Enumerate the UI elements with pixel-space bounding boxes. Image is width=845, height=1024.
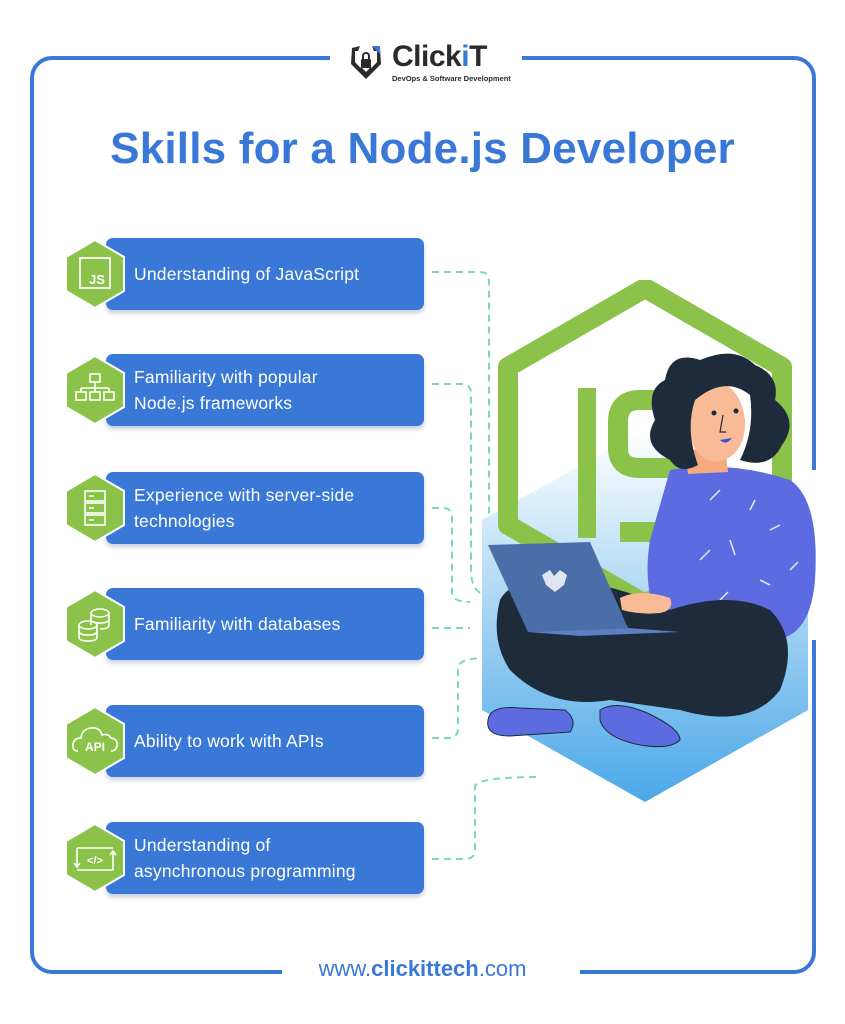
hand [620,593,672,614]
skill-card: Experience with server-side technologies [106,472,424,544]
code-sync-icon: </> [65,822,125,894]
svg-text:API: API [85,740,105,754]
svg-text:</>: </> [87,855,103,867]
skill-item-server-side: Experience with server-side technologies [64,470,426,546]
website-link[interactable]: www.clickittech.com [0,956,845,982]
skill-item-databases: Familiarity with databases [64,586,426,662]
skill-item-frameworks: Familiarity with popular Node.js framewor… [64,352,426,428]
sitemap-icon [65,354,125,426]
skill-item-async: Understanding of asynchronous programming… [64,820,426,896]
skill-card: Understanding of JavaScript [106,238,424,310]
skill-card: Understanding of asynchronous programming [106,822,424,894]
skill-card: Ability to work with APIs [106,705,424,777]
connector-3 [432,507,471,603]
database-icon [65,588,125,660]
server-icon [65,472,125,544]
js-icon: JS [65,238,125,310]
skill-item-apis: Ability to work with APIs API [64,703,426,779]
svg-text:JS: JS [89,272,105,287]
skill-item-javascript: Understanding of JavaScript JS [64,236,426,312]
cloud-api-icon: API [65,705,125,777]
skill-card: Familiarity with popular Node.js framewor… [106,354,424,426]
skill-card: Familiarity with databases [106,588,424,660]
developer-illustration [482,280,816,802]
shoe-left [487,707,574,737]
